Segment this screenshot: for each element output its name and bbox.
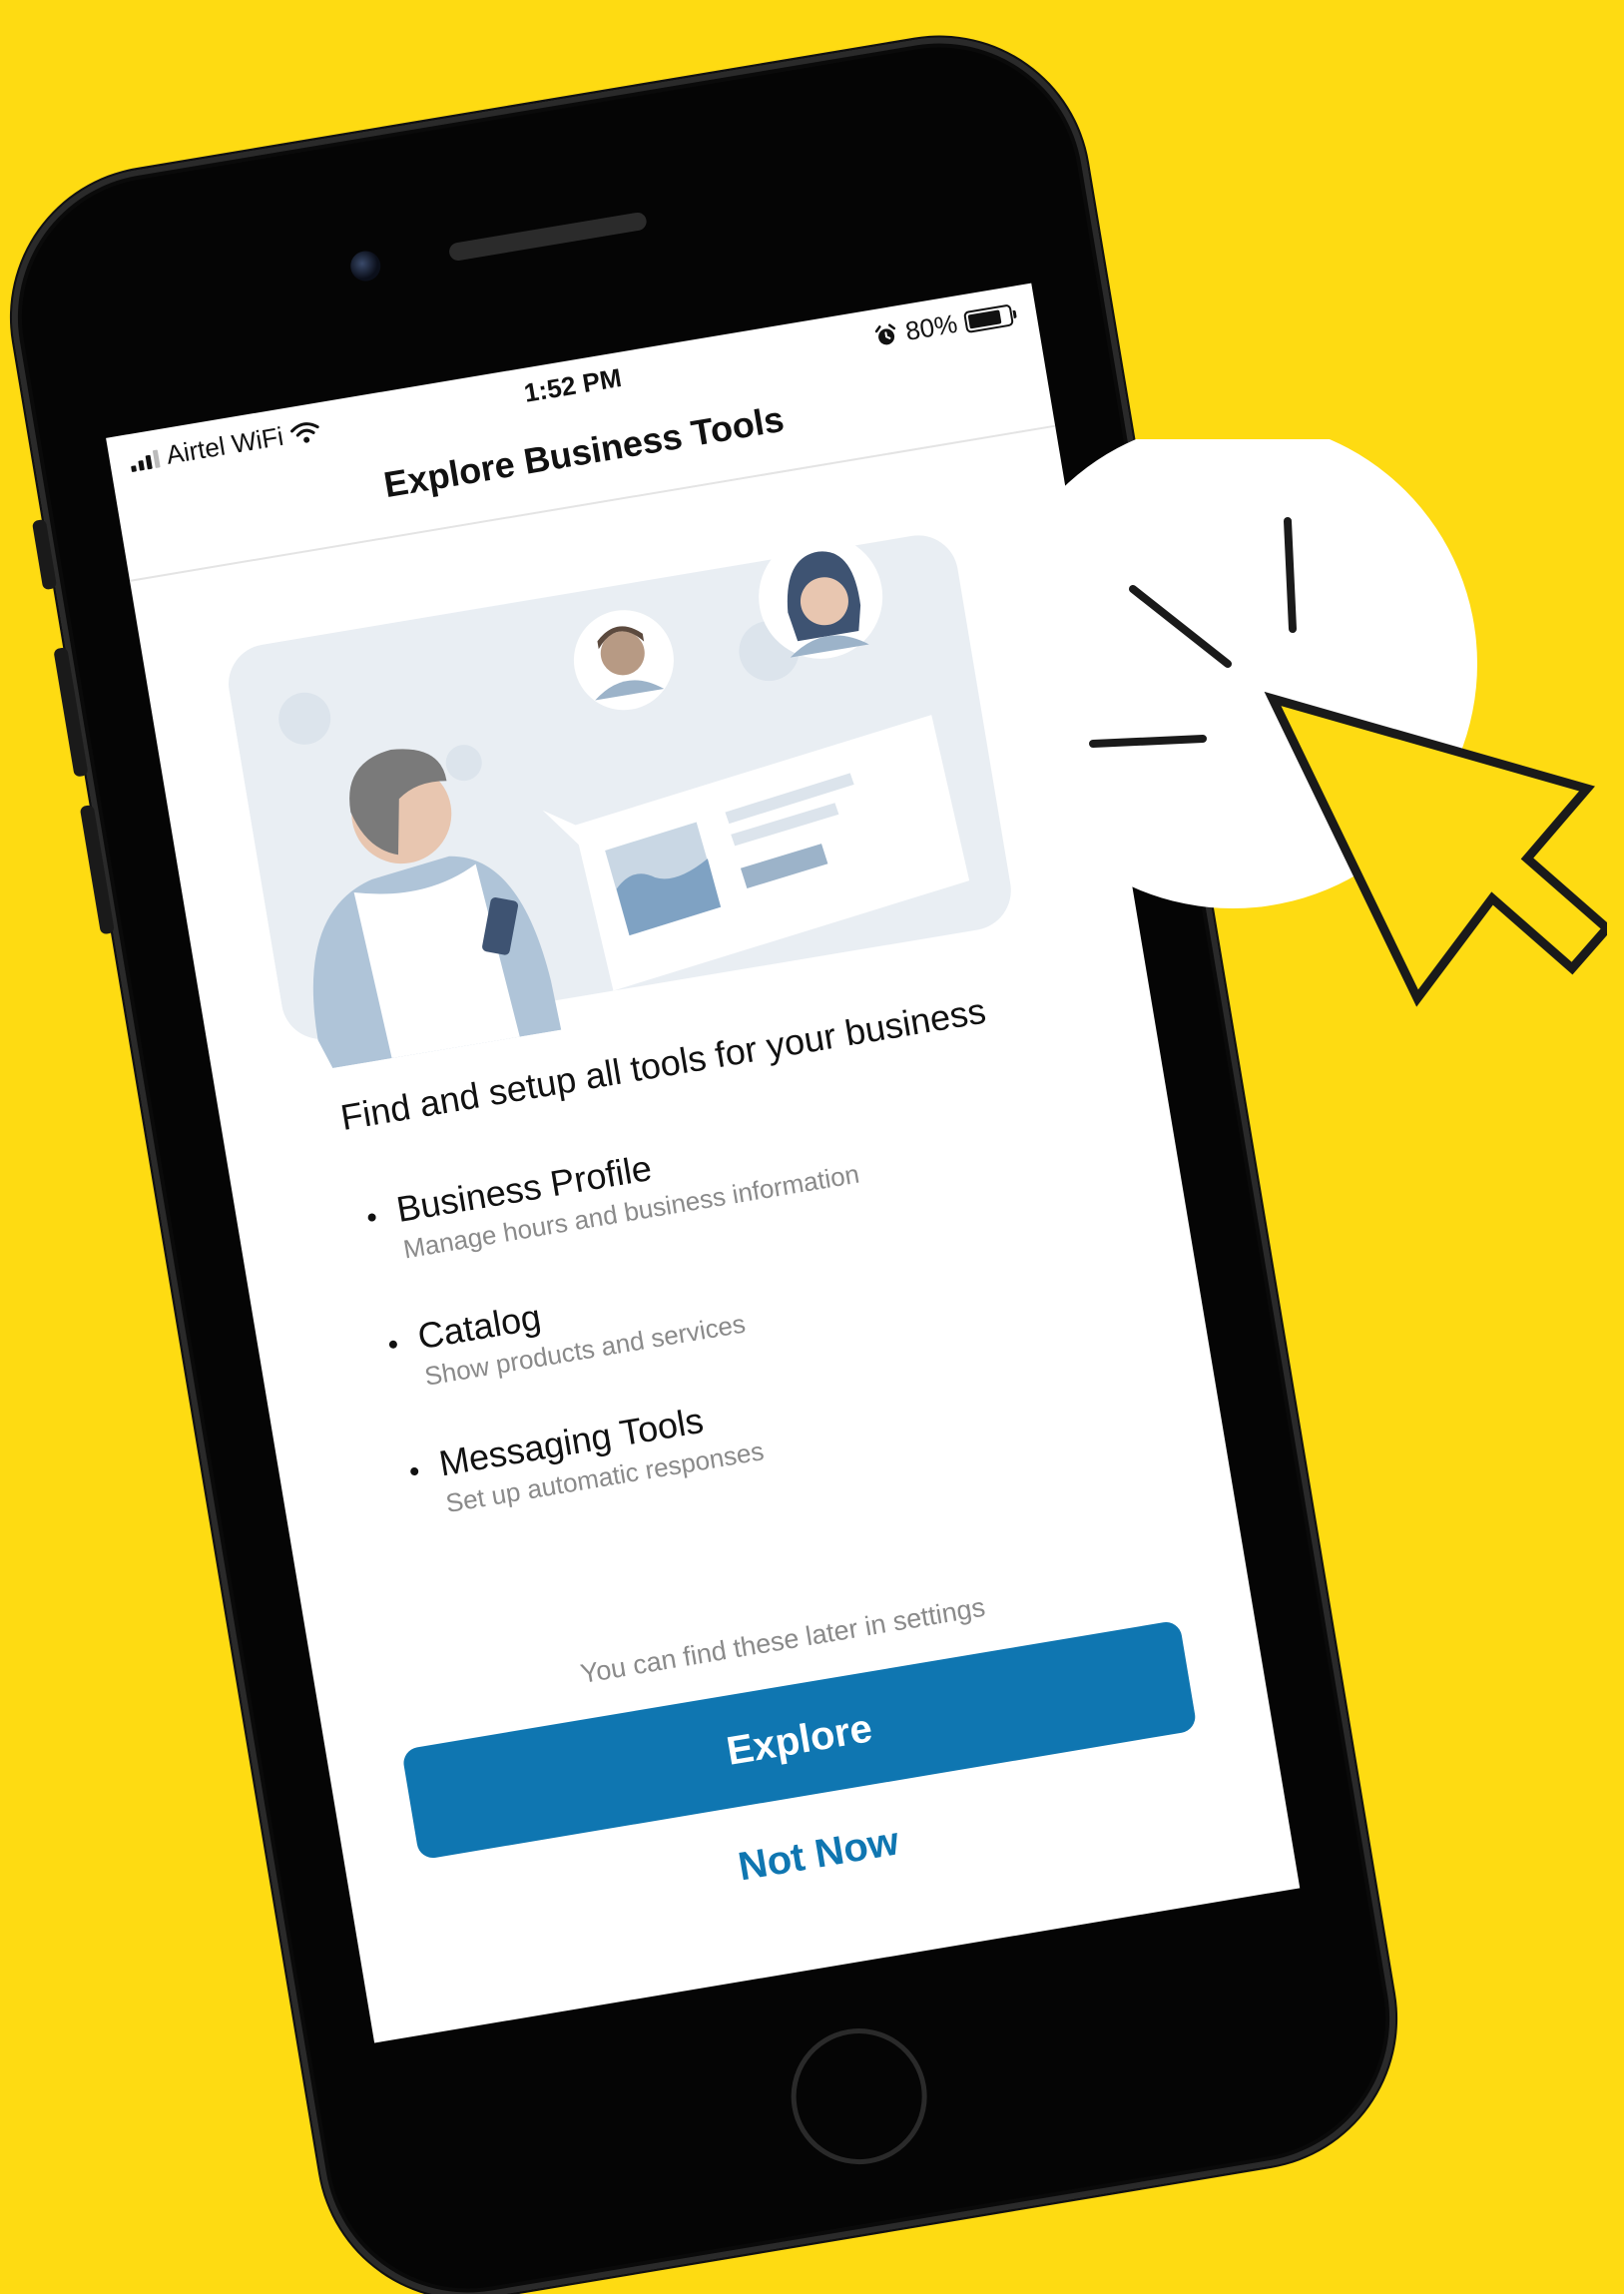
volume-down-button [79, 804, 115, 935]
click-cursor-icon [988, 439, 1607, 1007]
canvas: Airtel WiFi 1:52 PM 80% Explore Business… [0, 0, 1624, 2294]
alarm-icon [874, 322, 895, 344]
battery-fill [967, 308, 1002, 328]
phone-mockup: Airtel WiFi 1:52 PM 80% Explore Business… [0, 14, 1418, 2294]
mute-switch [31, 518, 58, 591]
battery-icon [962, 302, 1014, 333]
phone-body: Airtel WiFi 1:52 PM 80% Explore Business… [0, 14, 1418, 2294]
front-camera [347, 249, 383, 284]
business-tools-illustration [229, 534, 1011, 1068]
tool-list: Business Profile Manage hours and busine… [364, 1079, 1117, 1575]
home-button[interactable] [781, 2017, 937, 2175]
earpiece [447, 211, 648, 263]
volume-up-button [53, 647, 89, 778]
